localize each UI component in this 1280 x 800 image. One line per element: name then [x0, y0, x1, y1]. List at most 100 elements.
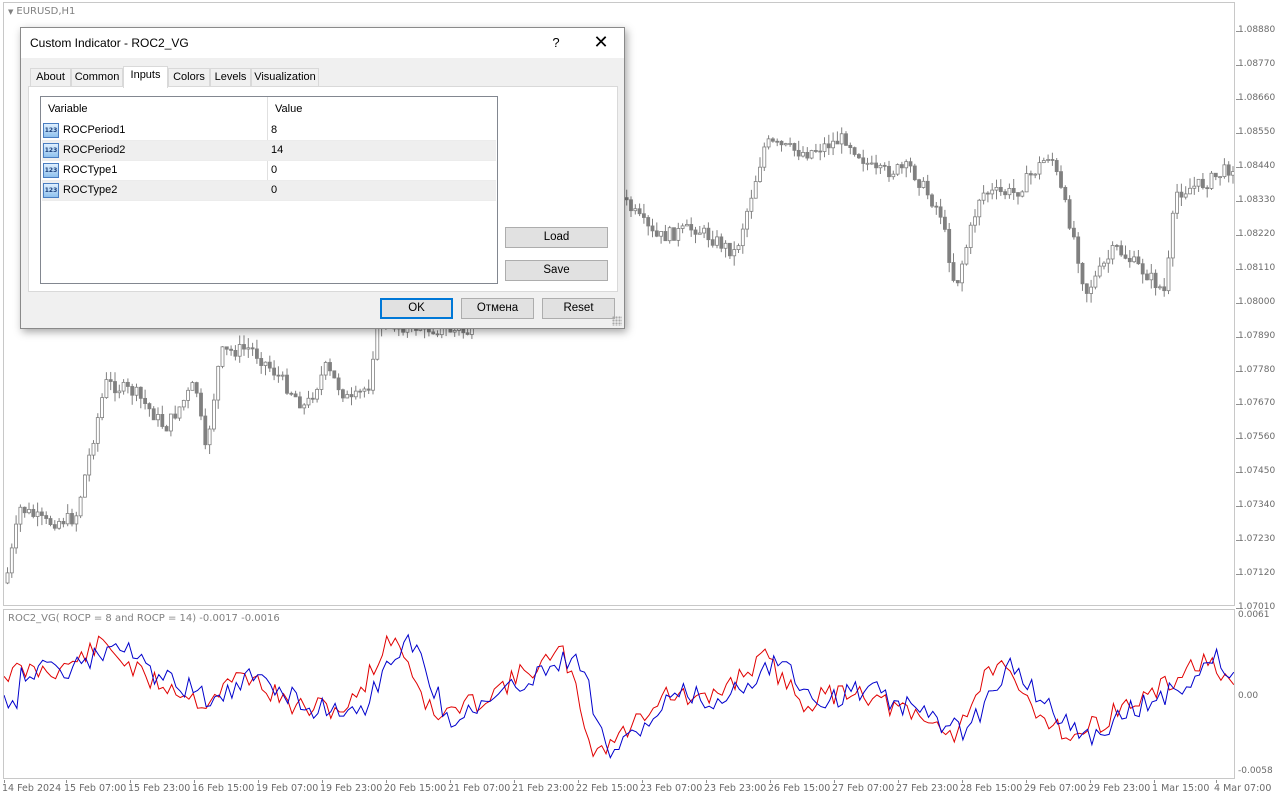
candle-body: [766, 138, 771, 148]
dialog-title: Custom Indicator - ROC2_VG: [30, 36, 189, 50]
candle-body: [57, 520, 61, 529]
candle-body: [960, 263, 964, 284]
time-label: 15 Feb 07:00: [64, 783, 127, 794]
tab-about[interactable]: About: [30, 68, 71, 87]
param-value[interactable]: 14: [271, 144, 283, 156]
param-value[interactable]: 0: [271, 184, 277, 196]
dialog-titlebar[interactable]: Custom Indicator - ROC2_VG ? ✕: [21, 28, 624, 58]
candle-body: [796, 149, 801, 157]
candle-body: [1115, 245, 1119, 247]
candle-body: [650, 225, 655, 232]
candle-body: [1213, 172, 1218, 178]
candle-body: [1011, 188, 1016, 193]
candle-body: [818, 150, 823, 153]
candle-body: [697, 232, 702, 235]
tab-colors[interactable]: Colors: [168, 68, 210, 87]
table-row[interactable]: 123 ROCType1 0: [42, 161, 496, 181]
param-value[interactable]: 8: [271, 124, 277, 136]
candle-body: [693, 229, 698, 235]
candle-body: [44, 515, 49, 519]
time-label: 21 Feb 23:00: [512, 783, 575, 794]
candle-body: [1063, 186, 1068, 201]
candle-body: [689, 224, 694, 231]
candle-body: [224, 346, 229, 350]
help-button[interactable]: ?: [541, 28, 571, 58]
candle-body: [865, 162, 870, 165]
candle-body: [199, 392, 203, 417]
time-axis[interactable]: 14 Feb 2024 15 Feb 07:00 15 Feb 23:00 16 Fe…: [0, 780, 1271, 800]
close-button[interactable]: ✕: [586, 28, 616, 58]
dropdown-triangle-icon[interactable]: ▼: [8, 8, 13, 16]
candle-body: [831, 140, 835, 149]
candle-body: [319, 374, 324, 390]
candle-body: [1093, 275, 1098, 288]
candle-body: [710, 239, 715, 246]
roc2-line: [4, 633, 1234, 759]
candle-body: [35, 511, 40, 517]
column-header-variable[interactable]: Variable: [41, 97, 268, 121]
candle-body: [267, 361, 272, 369]
candle-body: [1024, 173, 1029, 193]
time-label: 28 Feb 15:00: [960, 783, 1023, 794]
candle-body: [211, 399, 216, 430]
table-row[interactable]: 123 ROCType2 0: [42, 181, 496, 201]
candle-body: [353, 390, 358, 398]
tab-visualization[interactable]: Visualization: [251, 68, 319, 87]
price-axis[interactable]: 1.08880 1.08770 1.08660 1.08550 1.08440 1.083…: [1236, 0, 1280, 780]
resize-grip-icon[interactable]: [612, 316, 622, 326]
symbol-title-text: EURUSD,H1: [16, 6, 76, 17]
indicator-window[interactable]: ROC2_VG( ROCP = 8 and ROCP = 14) -0.0017…: [3, 609, 1235, 779]
parameters-table[interactable]: Variable Value 123 ROCPeriod1 8 123 ROCP…: [40, 96, 498, 284]
candle-body: [160, 414, 165, 427]
candle-body: [229, 348, 234, 351]
tab-inputs[interactable]: Inputs: [123, 66, 168, 88]
candle-body: [87, 454, 92, 476]
candle-body: [848, 144, 853, 149]
candle-body: [1196, 178, 1201, 187]
candle-body: [930, 194, 934, 207]
tab-common[interactable]: Common: [71, 68, 123, 87]
candle-body: [216, 365, 221, 401]
candle-body: [164, 426, 169, 432]
indicator-axis-label: 0.0061: [1238, 610, 1270, 620]
candle-body: [938, 206, 943, 218]
candle-body: [1153, 272, 1158, 289]
candle-body: [633, 208, 638, 212]
price-label: 1.07560: [1238, 432, 1276, 443]
candle-body: [1020, 191, 1025, 197]
candle-body: [323, 362, 328, 376]
candle-body: [237, 344, 242, 357]
candle-body: [878, 164, 883, 169]
save-button[interactable]: Save: [505, 260, 608, 281]
load-button[interactable]: Load: [505, 227, 608, 248]
param-name: ROCPeriod2: [63, 144, 126, 156]
candle-body: [955, 280, 960, 284]
candle-body: [680, 225, 685, 229]
candle-body: [91, 442, 96, 456]
candle-body: [65, 513, 70, 525]
time-label: 4 Mar 07:00: [1214, 783, 1272, 794]
candle-body: [259, 358, 264, 366]
candle-body: [1059, 171, 1063, 188]
candle-body: [371, 358, 375, 391]
table-row[interactable]: 123 ROCPeriod2 14: [42, 141, 496, 161]
column-header-value[interactable]: Value: [268, 97, 497, 121]
candle-body: [435, 333, 440, 336]
price-label: 1.08110: [1238, 262, 1276, 273]
price-label: 1.08770: [1238, 58, 1276, 69]
tab-levels[interactable]: Levels: [210, 68, 251, 87]
ok-button[interactable]: OK: [380, 298, 453, 319]
param-value[interactable]: 0: [271, 164, 277, 176]
candle-body: [1145, 273, 1149, 281]
indicator-axis-label: -0.0058: [1238, 766, 1273, 776]
table-row[interactable]: 123 ROCPeriod1 8: [42, 121, 496, 141]
candle-body: [207, 428, 212, 446]
indicator-title: ROC2_VG( ROCP = 8 and ROCP = 14) -0.0017…: [8, 613, 280, 624]
cancel-button[interactable]: Отмена: [461, 298, 534, 319]
reset-button[interactable]: Reset: [542, 298, 615, 319]
roc1-line: [4, 634, 1234, 758]
candle-body: [1119, 245, 1124, 256]
candle-body: [723, 242, 728, 249]
candle-body: [1183, 193, 1188, 198]
candle-body: [254, 348, 259, 359]
